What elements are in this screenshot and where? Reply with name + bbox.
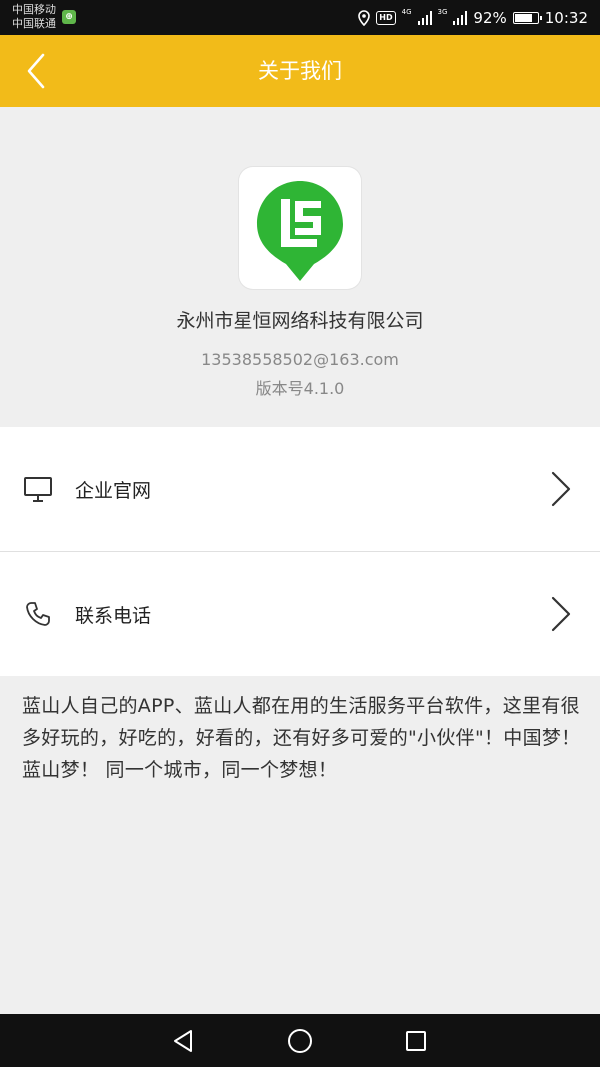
square-recents-icon bbox=[406, 1030, 426, 1051]
hd-icon: HD bbox=[376, 10, 396, 25]
circle-home-icon bbox=[288, 1028, 312, 1053]
app-header: 关于我们 bbox=[0, 35, 600, 107]
system-nav-bar bbox=[0, 1014, 600, 1067]
about-menu: 企业官网 联系电话 bbox=[0, 427, 600, 676]
signal-icon bbox=[417, 10, 432, 25]
app-logo bbox=[239, 167, 361, 289]
network-3g-label: 3G bbox=[437, 8, 448, 16]
signal-icon-2 bbox=[453, 10, 468, 25]
chevron-left-icon bbox=[27, 53, 45, 89]
phone-icon bbox=[22, 598, 54, 630]
network-4g-label: 4G bbox=[401, 8, 412, 16]
battery-icon bbox=[512, 11, 542, 24]
carrier-1: 中国移动 bbox=[12, 3, 56, 16]
battery-level bbox=[514, 13, 533, 22]
nav-back-button[interactable] bbox=[153, 1014, 213, 1067]
app-logo-mark bbox=[257, 181, 343, 281]
monitor-icon bbox=[22, 473, 54, 505]
status-icons: HD 4G 3G 92% 10:32 bbox=[358, 0, 588, 35]
status-bar: 中国移动 中国联通 ⊕ HD 4G 3G 92% 10:32 bbox=[0, 0, 600, 35]
contact-email: 13538558502@163.com bbox=[201, 350, 399, 369]
app-version: 版本号4.1.0 bbox=[255, 379, 345, 398]
notification-app-icon: ⊕ bbox=[62, 10, 76, 24]
clock: 10:32 bbox=[544, 8, 588, 27]
menu-item-label: 企业官网 bbox=[75, 479, 152, 502]
about-section: 永州市星恒网络科技有限公司 13538558502@163.com 版本号4.1… bbox=[0, 107, 600, 427]
battery-percent: 92% bbox=[473, 8, 507, 27]
carrier-2: 中国联通 bbox=[12, 17, 56, 30]
chevron-right-icon bbox=[551, 596, 571, 632]
back-button[interactable] bbox=[14, 49, 58, 93]
location-icon bbox=[358, 9, 371, 26]
menu-item-phone[interactable]: 联系电话 bbox=[0, 551, 600, 676]
nav-recents-button[interactable] bbox=[386, 1014, 446, 1067]
nav-home-button[interactable] bbox=[270, 1014, 330, 1067]
carrier-info: 中国移动 中国联通 bbox=[12, 3, 56, 31]
company-name: 永州市星恒网络科技有限公司 bbox=[176, 310, 424, 332]
menu-item-label: 联系电话 bbox=[75, 604, 152, 627]
chevron-right-icon bbox=[551, 471, 571, 507]
menu-item-website[interactable]: 企业官网 bbox=[0, 427, 600, 551]
page-title: 关于我们 bbox=[258, 59, 342, 83]
app-description: 蓝山人自己的APP、蓝山人都在用的生活服务平台软件，这里有很多好玩的，好吃的，好… bbox=[22, 695, 581, 781]
triangle-back-icon bbox=[174, 1029, 192, 1052]
